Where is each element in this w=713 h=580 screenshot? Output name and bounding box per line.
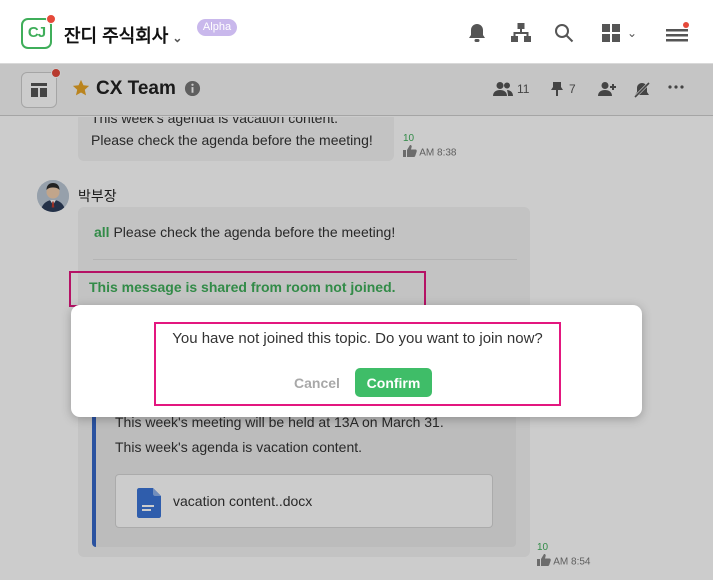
dialog-question: You have not joined this topic. Do you w… bbox=[172, 330, 543, 347]
confirm-button[interactable]: Confirm bbox=[355, 368, 432, 397]
search-icon[interactable] bbox=[551, 18, 577, 48]
top-bar: CJ 잔디 주식회사 ⌄ Alpha ⌄ bbox=[0, 0, 713, 64]
company-switcher[interactable]: 잔디 주식회사 ⌄ bbox=[64, 22, 182, 48]
apps-grid-icon[interactable]: ⌄ bbox=[596, 18, 642, 48]
chevron-down-icon: ⌄ bbox=[626, 26, 638, 40]
logo-text: CJ bbox=[27, 24, 46, 41]
alpha-badge: Alpha bbox=[197, 19, 237, 36]
notification-dot bbox=[46, 14, 56, 24]
company-name: 잔디 주식회사 bbox=[64, 26, 169, 46]
chevron-down-icon: ⌄ bbox=[172, 31, 183, 45]
menu-icon[interactable] bbox=[662, 18, 692, 48]
cancel-button[interactable]: Cancel bbox=[286, 369, 348, 397]
bell-icon[interactable] bbox=[464, 18, 490, 48]
org-chart-icon[interactable] bbox=[507, 18, 535, 48]
app-logo[interactable]: CJ bbox=[21, 14, 56, 49]
